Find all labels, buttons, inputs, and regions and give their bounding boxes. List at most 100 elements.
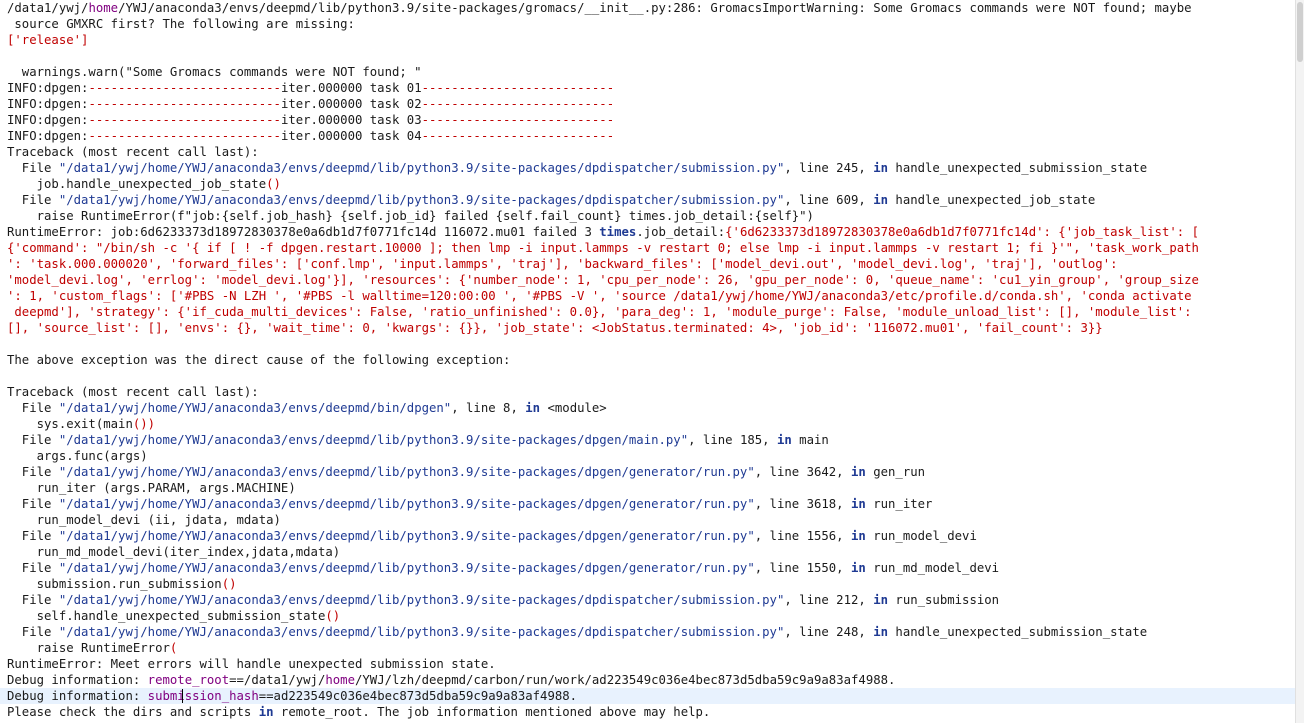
console-text-segment: , line 3642, bbox=[754, 465, 851, 479]
console-line: File "/data1/ywj/home/YWJ/anaconda3/envs… bbox=[7, 624, 1147, 640]
console-text-segment: "/data1/ywj/home/YWJ/anaconda3/envs/deep… bbox=[58, 433, 689, 447]
console-line: ['release'] bbox=[7, 32, 88, 48]
console-text-segment: warnings.warn("Some Gromacs commands wer… bbox=[7, 65, 422, 79]
console-text-segment: File bbox=[7, 401, 59, 415]
console-line: File "/data1/ywj/home/YWJ/anaconda3/envs… bbox=[7, 400, 607, 416]
console-text-segment: , line 1556, bbox=[754, 529, 851, 543]
console-text-segment: handle_unexpected_job_state bbox=[888, 193, 1096, 207]
console-text-segment: File bbox=[7, 465, 59, 479]
console-text-segment: {'6d6233373d18972830378e0a6db1d7f0771fc1… bbox=[725, 225, 1199, 239]
console-text-segment: File bbox=[7, 433, 59, 447]
console-text-segment: ==ad223549c036e4bec873d5dba59c9a9a83af49… bbox=[258, 689, 578, 703]
console-text-segment: "/data1/ywj/home/YWJ/anaconda3/envs/deep… bbox=[58, 161, 785, 175]
console-line: {'command': "/bin/sh -c '{ if [ ! -f dpg… bbox=[7, 240, 1199, 256]
console-text-segment: INFO:dpgen: bbox=[7, 113, 89, 127]
console-line: sys.exit(main()) bbox=[7, 416, 155, 432]
console-text-segment: source GMXRC first? The following are mi… bbox=[7, 17, 355, 31]
console-text-segment: raise RuntimeError bbox=[7, 641, 170, 655]
console-output[interactable]: /data1/ywj/home/YWJ/anaconda3/envs/deepm… bbox=[0, 0, 1296, 723]
console-line: deepmd'], 'strategy': {'if_cuda_multi_de… bbox=[7, 304, 1192, 320]
console-line: File "/data1/ywj/home/YWJ/anaconda3/envs… bbox=[7, 496, 933, 512]
console-text-segment: 'model_devi.log', 'errlog': 'model_devi.… bbox=[7, 273, 1199, 287]
console-text-segment: submission.run_submission bbox=[7, 577, 222, 591]
console-text-segment: in bbox=[258, 705, 274, 719]
console-text-segment: in bbox=[873, 593, 889, 607]
console-text-segment: remote_root bbox=[147, 673, 230, 687]
console-line: Please check the dirs and scripts in rem… bbox=[7, 704, 710, 720]
console-line: run_model_devi (ii, jdata, mdata) bbox=[7, 512, 281, 528]
console-text-segment: home bbox=[325, 673, 355, 687]
console-text-segment: in bbox=[525, 401, 541, 415]
console-text-segment: File bbox=[7, 625, 59, 639]
console-text-segment: iter.000000 task 03 bbox=[280, 113, 422, 127]
text-caret bbox=[182, 689, 183, 703]
console-text-segment: in bbox=[873, 625, 889, 639]
console-text-segment: -------------------------- bbox=[421, 113, 615, 127]
console-line: RuntimeError: Meet errors will handle un… bbox=[7, 656, 496, 672]
console-text-segment: handle_unexpected_submission_state bbox=[888, 161, 1148, 175]
console-text-segment: File bbox=[7, 561, 59, 575]
console-text-segment: raise RuntimeError(f"job:{self.job_hash}… bbox=[7, 209, 814, 223]
console-text-segment: -------------------------- bbox=[88, 129, 281, 143]
console-line: ': 'task.000.000020', 'forward_files': [… bbox=[7, 256, 1118, 272]
console-text-segment: run_model_devi bbox=[865, 529, 977, 543]
console-line: [], 'source_list': [], 'envs': {}, 'wait… bbox=[7, 320, 1103, 336]
console-text-segment: Traceback (most recent call last): bbox=[7, 145, 259, 159]
console-text-segment: INFO:dpgen: bbox=[7, 97, 89, 111]
console-text-segment: "/data1/ywj/home/YWJ/anaconda3/envs/deep… bbox=[58, 625, 785, 639]
console-line: self.handle_unexpected_submission_state(… bbox=[7, 608, 341, 624]
console-text-segment: "/data1/ywj/home/YWJ/anaconda3/envs/deep… bbox=[58, 561, 755, 575]
console-line: INFO:dpgen:--------------------------ite… bbox=[7, 96, 614, 112]
console-text-segment: , line 185, bbox=[688, 433, 777, 447]
console-text-segment: ['release'] bbox=[7, 33, 89, 47]
console-text-segment: args.func(args) bbox=[7, 449, 148, 463]
console-text-segment: , line 1550, bbox=[754, 561, 851, 575]
console-text-segment: RuntimeError: Meet errors will handle un… bbox=[7, 657, 496, 671]
console-text-segment: iter.000000 task 04 bbox=[280, 129, 422, 143]
console-line: File "/data1/ywj/home/YWJ/anaconda3/envs… bbox=[7, 160, 1147, 176]
console-text-segment: [], 'source_list': [], 'envs': {}, 'wait… bbox=[7, 321, 1103, 335]
console-text-segment: -------------------------- bbox=[88, 97, 281, 111]
console-line: source GMXRC first? The following are mi… bbox=[7, 16, 355, 32]
console-text-segment: in bbox=[851, 497, 866, 511]
console-line: INFO:dpgen:--------------------------ite… bbox=[7, 128, 614, 144]
console-text-segment: , line 609, bbox=[784, 193, 874, 207]
console-text-segment: , line 8, bbox=[451, 401, 526, 415]
console-line: File "/data1/ywj/home/YWJ/anaconda3/envs… bbox=[7, 560, 999, 576]
console-text-segment: RuntimeError: job:6d6233373d18972830378e… bbox=[7, 225, 600, 239]
console-text-segment: job.handle_unexpected_job_state bbox=[7, 177, 267, 191]
console-text-segment: ': 1, 'custom_flags': ['#PBS -N LZH ', '… bbox=[7, 289, 1192, 303]
console-text-segment: File bbox=[7, 497, 59, 511]
console-text-segment: -------------------------- bbox=[88, 81, 281, 95]
scrollbar-thumb[interactable] bbox=[1297, 2, 1303, 62]
console-text-segment: ()) bbox=[132, 417, 156, 431]
console-text-segment: File bbox=[7, 193, 59, 207]
console-text-segment: ==/data1/ywj/ bbox=[229, 673, 326, 687]
vertical-scrollbar[interactable] bbox=[1295, 0, 1304, 723]
console-text-segment: , line 3618, bbox=[754, 497, 851, 511]
console-text-segment: deepmd'], 'strategy': {'if_cuda_multi_de… bbox=[7, 305, 1192, 319]
console-text-segment: in bbox=[873, 161, 889, 175]
console-line: 'model_devi.log', 'errlog': 'model_devi.… bbox=[7, 272, 1199, 288]
console-line: ': 1, 'custom_flags': ['#PBS -N LZH ', '… bbox=[7, 288, 1192, 304]
console-text-segment: run_model_devi (ii, jdata, mdata) bbox=[7, 513, 281, 527]
console-text-segment: <module> bbox=[540, 401, 607, 415]
console-text-segment: run_iter bbox=[865, 497, 933, 511]
console-text-segment: File bbox=[7, 593, 59, 607]
console-text-segment: -------------------------- bbox=[421, 97, 615, 111]
console-line: raise RuntimeError(f"job:{self.job_hash}… bbox=[7, 208, 814, 224]
console-text-segment: sys.exit(main bbox=[7, 417, 133, 431]
console-line: The above exception was the direct cause… bbox=[7, 352, 510, 368]
console-text-segment: ': 'task.000.000020', 'forward_files': [… bbox=[7, 257, 1118, 271]
console-line: Debug information: remote_root==/data1/y… bbox=[7, 672, 895, 688]
console-line: INFO:dpgen:--------------------------ite… bbox=[7, 80, 614, 96]
console-text-segment: submission_hash bbox=[147, 689, 259, 703]
console-line: Debug information: submission_hash==ad22… bbox=[0, 688, 1296, 704]
console-text-segment: in bbox=[873, 193, 889, 207]
console-text-segment: iter.000000 task 02 bbox=[280, 97, 422, 111]
console-text-segment: -------------------------- bbox=[421, 129, 615, 143]
console-text-segment: () bbox=[325, 609, 341, 623]
console-text-segment: handle_unexpected_submission_state bbox=[888, 625, 1148, 639]
console-text-segment: run_md_model_devi(iter_index,jdata,mdata… bbox=[7, 545, 341, 559]
console-text-segment: INFO:dpgen: bbox=[7, 81, 89, 95]
